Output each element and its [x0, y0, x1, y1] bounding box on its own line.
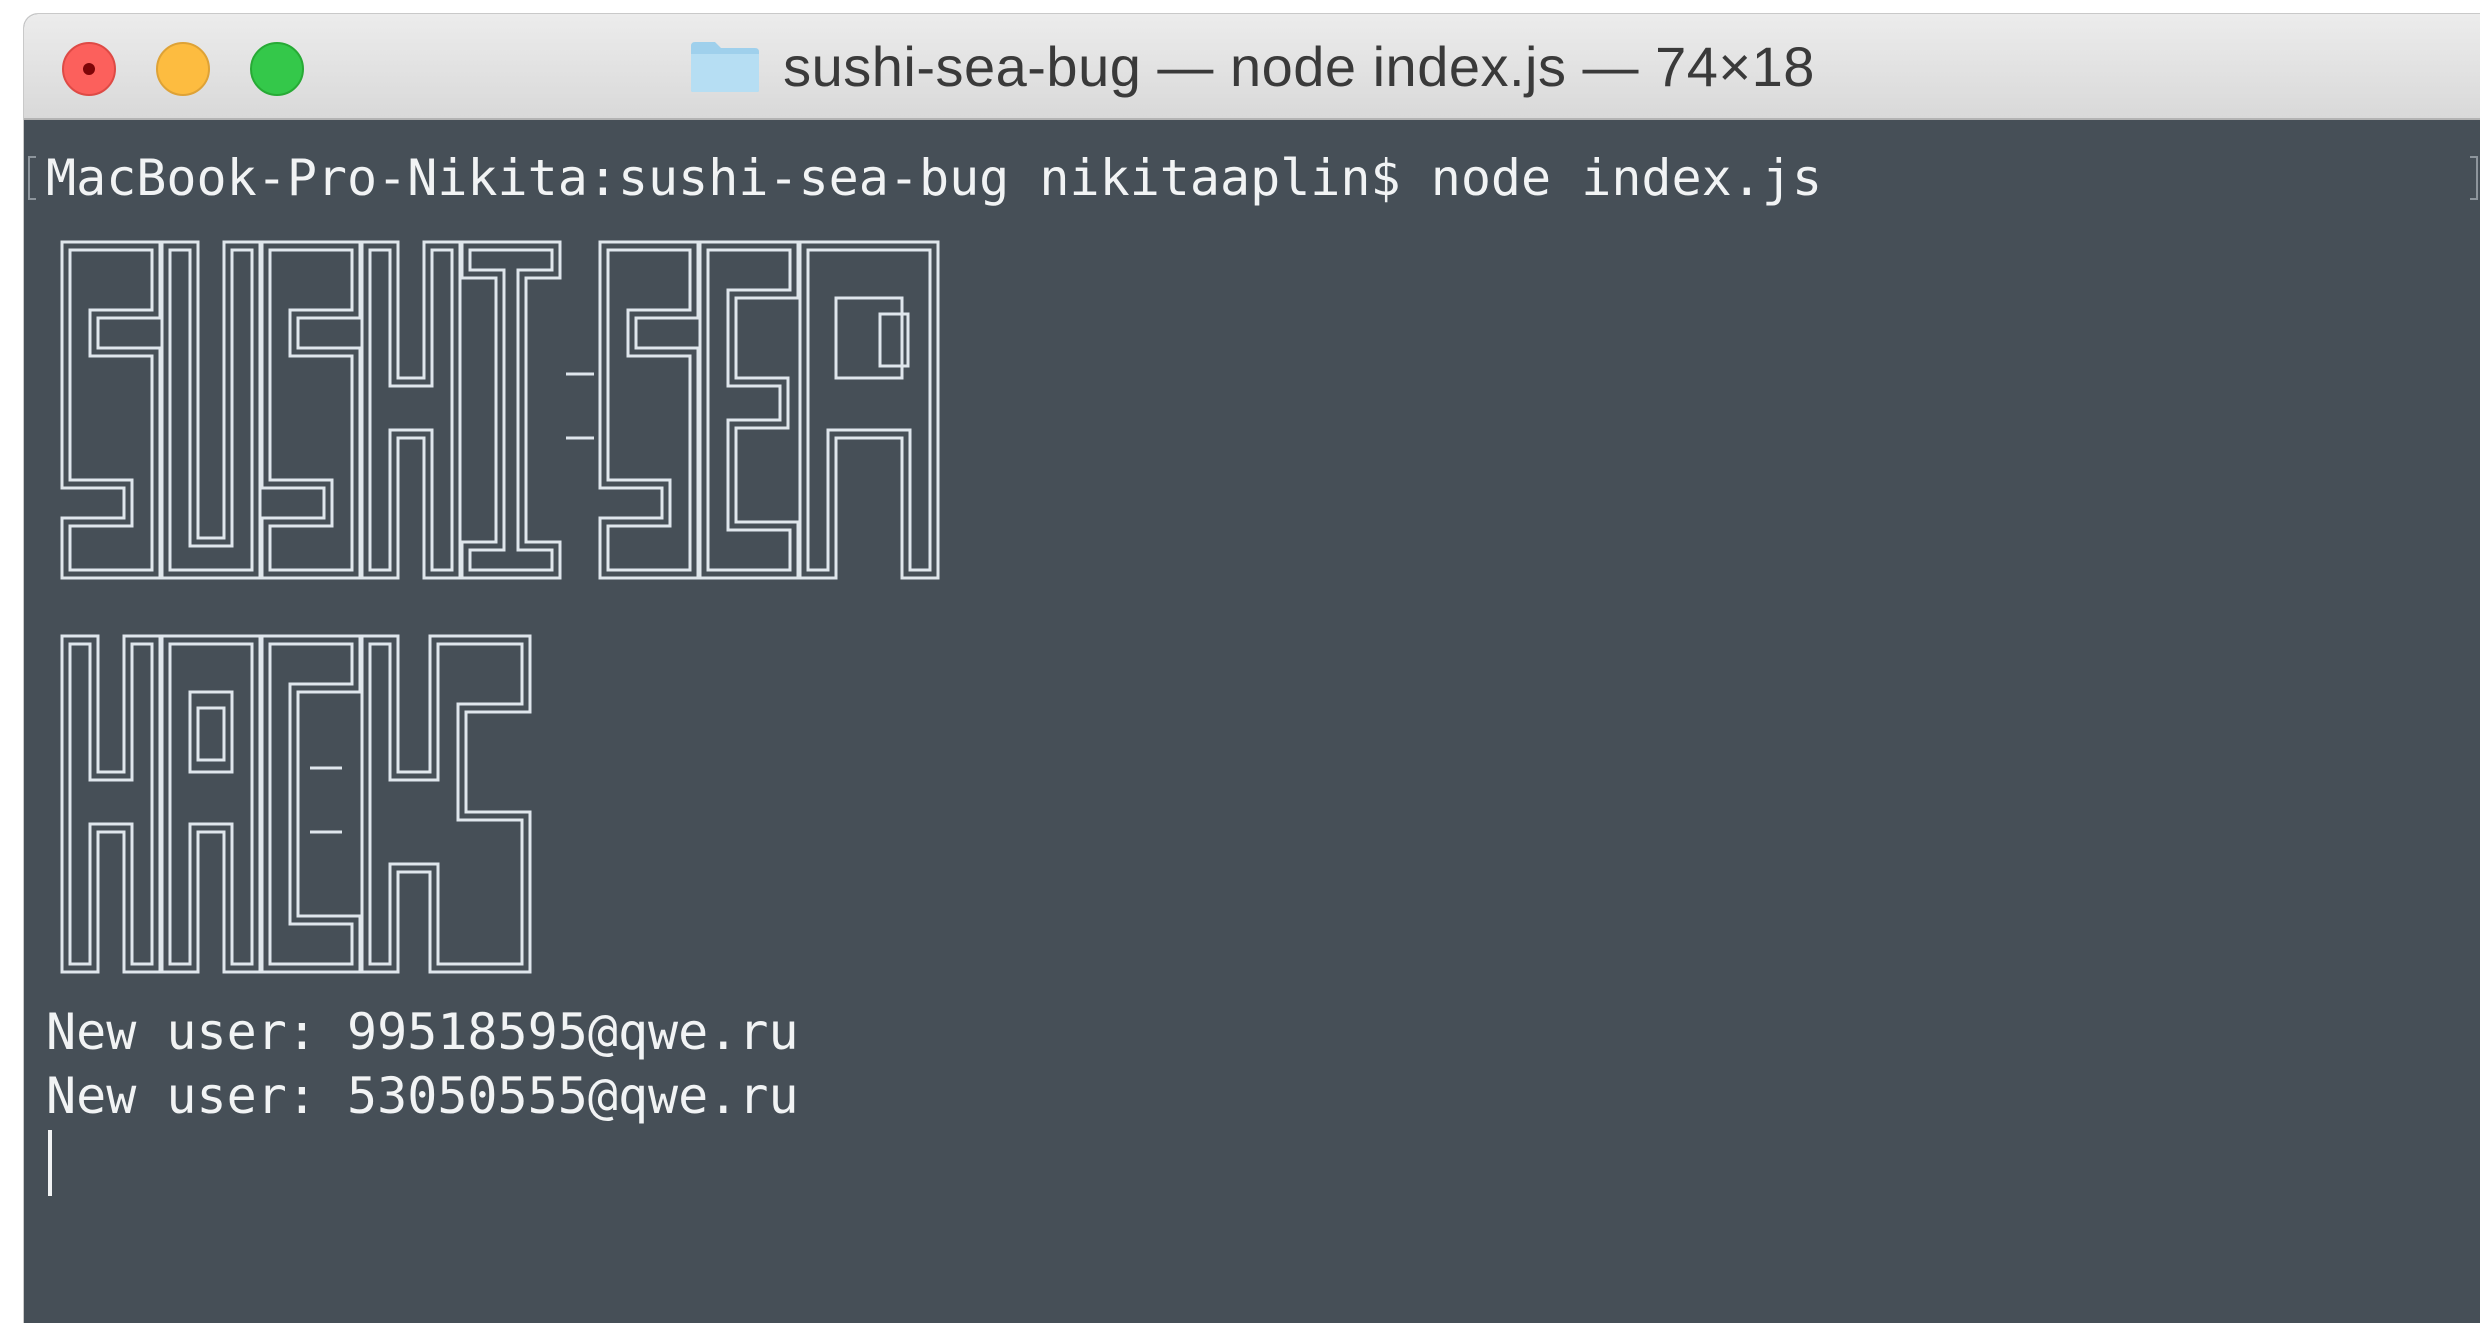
output-line: New user: 53050555@qwe.ru [46, 1067, 799, 1125]
mark-bracket-right [2470, 156, 2478, 200]
output-line: New user: 99518595@qwe.ru [46, 1003, 799, 1061]
prompt-line: MacBook-Pro-Nikita:sushi-sea-bug nikitaa… [46, 149, 1823, 207]
mark-bracket-left [28, 156, 36, 200]
terminal-content[interactable]: MacBook-Pro-Nikita:sushi-sea-bug nikitaa… [24, 120, 2480, 1323]
title-bar[interactable]: sushi-sea-bug — node index.js — 74×18 [24, 14, 2480, 120]
ascii-banner-hack [60, 634, 532, 974]
title: sushi-sea-bug — node index.js — 74×18 [24, 14, 2480, 118]
ascii-banner-sushi-sea [60, 240, 940, 580]
window-title: sushi-sea-bug — node index.js — 74×18 [783, 34, 1815, 98]
terminal-window: sushi-sea-bug — node index.js — 74×18 Ma… [24, 14, 2480, 1323]
text-cursor [48, 1130, 52, 1196]
folder-icon [691, 42, 760, 92]
